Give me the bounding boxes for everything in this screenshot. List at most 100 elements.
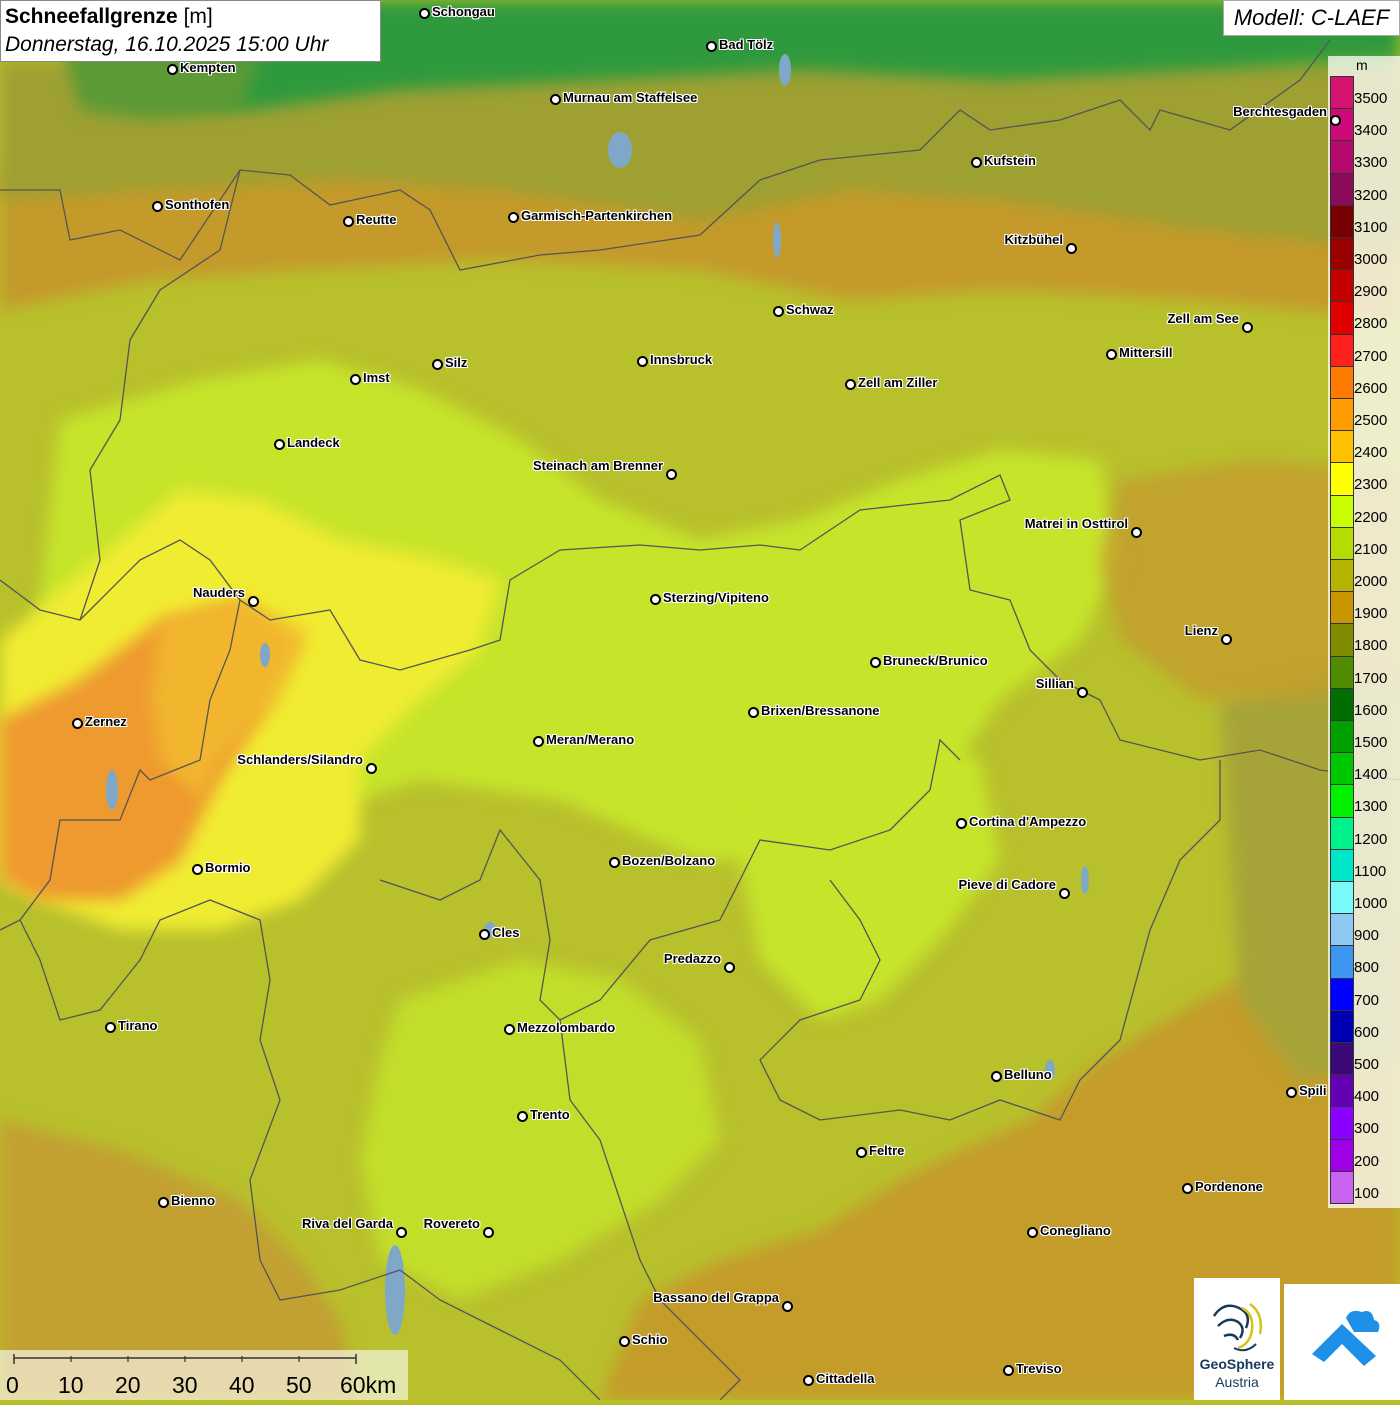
legend-label: 1200 <box>1354 830 1388 848</box>
city-marker-icon <box>158 1197 169 1208</box>
city-label: Matrei in Osttirol <box>1024 516 1128 531</box>
legend-label: 1100 <box>1354 862 1387 880</box>
city-label: Brixen/Bressanone <box>761 703 880 718</box>
city-label: Berchtesgaden <box>1233 104 1327 119</box>
city-marker-icon <box>870 657 881 668</box>
snow-cloud-icon <box>1312 1310 1380 1366</box>
city-label: Bienno <box>171 1193 216 1208</box>
city-marker-icon <box>1221 634 1232 645</box>
scale-label: 20 <box>115 1372 141 1398</box>
city-marker-icon <box>619 1336 630 1347</box>
legend-label: 1400 <box>1354 766 1388 784</box>
scale-label: 30 <box>172 1372 198 1398</box>
legend-label: 900 <box>1354 927 1380 945</box>
map-title: Schneefallgrenze <box>5 5 178 28</box>
legend-label: 1600 <box>1354 701 1388 719</box>
geosphere-logo[interactable]: GeoSphere Austria <box>1194 1278 1280 1400</box>
legend-unit: m <box>1356 57 1368 73</box>
legend-swatch <box>1330 333 1354 367</box>
legend-label: 1800 <box>1354 637 1388 655</box>
map-unit: [m] <box>183 5 213 28</box>
legend-label: 1300 <box>1354 798 1388 816</box>
city-label: Sillian <box>1035 676 1074 691</box>
app-logo[interactable] <box>1284 1284 1400 1400</box>
legend-label: 500 <box>1354 1056 1380 1073</box>
city-marker-icon <box>343 216 354 227</box>
city-marker-icon <box>504 1024 515 1035</box>
city-label: Schlanders/Silandro <box>237 752 363 767</box>
city-marker-icon <box>517 1111 528 1122</box>
logo-name-line1: GeoSphere <box>1199 1356 1275 1372</box>
city-marker-icon <box>782 1301 793 1312</box>
legend-swatch <box>1330 1106 1354 1140</box>
legend-swatch <box>1330 462 1354 496</box>
city-label: Bruneck/Brunico <box>883 653 988 668</box>
color-legend: m 3500 3400 3300 3200 3100 3000 2900 2800 2700 26… <box>1328 56 1400 1208</box>
legend-label: 800 <box>1354 959 1380 977</box>
legend-swatch <box>1330 720 1354 754</box>
city-marker-icon <box>508 212 519 223</box>
city-label: Tirano <box>118 1018 158 1033</box>
city-marker-icon <box>366 763 377 774</box>
city-label: Silz <box>445 355 468 370</box>
city-label: Cortina d'Ampezzo <box>969 814 1087 829</box>
city-marker-icon <box>152 201 163 212</box>
city-label: Pieve di Cadore <box>958 877 1056 892</box>
city-label: Bozen/Bolzano <box>622 853 716 868</box>
city-marker-icon <box>956 818 967 829</box>
city-label: Mittersill <box>1119 345 1173 360</box>
legend-label: 1700 <box>1354 669 1388 687</box>
scale-label: 10 <box>58 1372 84 1398</box>
city-marker-icon <box>971 157 982 168</box>
city-label: Cles <box>492 925 520 940</box>
legend-swatch <box>1330 1042 1354 1076</box>
city-label: Garmisch-Partenkirchen <box>521 208 673 223</box>
city-marker-icon <box>550 94 561 105</box>
map-title-box: Schneefallgrenze [m] Donnerstag, 16.10.2… <box>0 0 381 62</box>
city-marker-icon <box>609 857 620 868</box>
legend-label: 2300 <box>1354 476 1388 494</box>
legend-swatch <box>1330 1074 1354 1108</box>
city-label: Zell am Ziller <box>858 375 938 390</box>
city-label: Kempten <box>180 60 236 75</box>
geosphere-emblem-icon <box>1212 1302 1263 1352</box>
city-label: Landeck <box>287 435 340 450</box>
map-datetime: Donnerstag, 16.10.2025 15:00 Uhr <box>5 33 329 56</box>
city-label: Treviso <box>1016 1361 1062 1376</box>
city-marker-icon <box>991 1071 1002 1082</box>
city-label: Zernez <box>85 714 127 729</box>
legend-swatch <box>1330 881 1354 915</box>
city-marker-icon <box>1131 527 1142 538</box>
scale-label: 40 <box>229 1372 255 1398</box>
city-label: Steinach am Brenner <box>532 458 663 473</box>
legend-swatch <box>1330 365 1354 399</box>
city-marker-icon <box>533 736 544 747</box>
city-label: Sonthofen <box>165 197 230 212</box>
city-marker-icon <box>637 356 648 367</box>
city-label: Spili <box>1299 1083 1327 1098</box>
city-label: Zell am See <box>1167 311 1239 326</box>
legend-label: 2100 <box>1354 540 1388 558</box>
legend-swatch <box>1330 1138 1354 1172</box>
legend-label: 100 <box>1354 1184 1380 1202</box>
legend-swatch <box>1330 301 1354 335</box>
city-marker-icon <box>1330 115 1341 126</box>
city-label: Riva del Garda <box>301 1216 393 1231</box>
city-marker-icon <box>1106 349 1117 360</box>
city-marker-icon <box>803 1375 814 1386</box>
city-marker-icon <box>483 1227 494 1238</box>
legend-swatch <box>1330 172 1354 206</box>
city-marker-icon <box>856 1147 867 1158</box>
city-label: Schongau <box>432 4 495 19</box>
city-marker-icon <box>479 929 490 940</box>
legend-swatch <box>1330 526 1354 560</box>
city-marker-icon <box>1027 1227 1038 1238</box>
legend-swatch <box>1330 816 1354 850</box>
legend-label: 2600 <box>1354 379 1388 397</box>
legend-label: 2800 <box>1354 315 1388 333</box>
legend-swatch <box>1330 913 1354 947</box>
city-label: Bad Tölz <box>719 37 774 52</box>
legend-swatch <box>1330 1009 1354 1043</box>
city-label: Belluno <box>1004 1067 1052 1082</box>
city-marker-icon <box>666 469 677 480</box>
